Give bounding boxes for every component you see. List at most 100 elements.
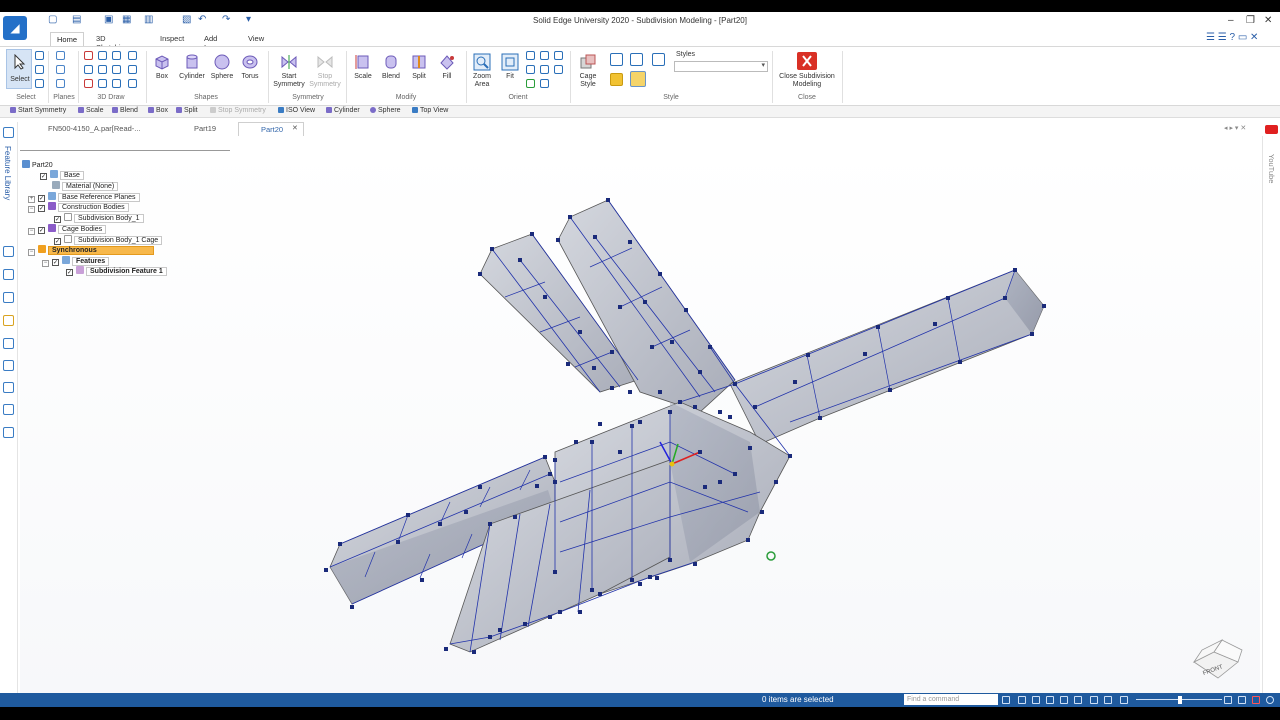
cage-vertex[interactable] — [396, 540, 400, 544]
chart-icon[interactable] — [3, 338, 14, 349]
cage-vertex[interactable] — [876, 325, 880, 329]
cage-vertex[interactable] — [733, 472, 737, 476]
collapse-icon[interactable]: − — [28, 228, 35, 235]
cage-vertex[interactable] — [1013, 268, 1017, 272]
cage-vertex[interactable] — [693, 405, 697, 409]
draw-icon[interactable] — [128, 79, 137, 88]
cage-vertex[interactable] — [548, 615, 552, 619]
view-icon[interactable] — [1090, 696, 1098, 704]
display-mode-icon[interactable] — [652, 53, 665, 66]
view-icon[interactable] — [554, 65, 563, 74]
tree-node-base-reference-planes[interactable]: + ✓ Base Reference Planes — [28, 192, 140, 203]
cage-vertex[interactable] — [518, 258, 522, 262]
cage-vertex[interactable] — [703, 485, 707, 489]
cage-vertex[interactable] — [1042, 304, 1046, 308]
cage-vertex[interactable] — [590, 440, 594, 444]
doc-tab-fn500[interactable]: FN500-4150_A.par[Read-... — [26, 122, 166, 136]
cage-vertex[interactable] — [670, 340, 674, 344]
cage-vertex[interactable] — [444, 647, 448, 651]
cage-vertex[interactable] — [593, 235, 597, 239]
display-mode-icon[interactable] — [630, 53, 643, 66]
cage-vertex[interactable] — [488, 635, 492, 639]
restore-icon[interactable]: ❐ — [1246, 15, 1255, 26]
blend-button[interactable]: Blend — [378, 53, 404, 81]
zoom-icon[interactable] — [1018, 696, 1026, 704]
cage-vertex[interactable] — [598, 592, 602, 596]
cage-vertex[interactable] — [598, 422, 602, 426]
cmd-blend[interactable]: Blend — [112, 107, 138, 114]
cage-vertex[interactable] — [630, 424, 634, 428]
cage-vertex[interactable] — [774, 480, 778, 484]
cage-vertex[interactable] — [618, 450, 622, 454]
cage-vertex[interactable] — [648, 575, 652, 579]
line-icon[interactable] — [84, 65, 93, 74]
key-icon[interactable] — [3, 315, 14, 326]
arc-icon[interactable] — [98, 65, 107, 74]
checkbox-checked-icon[interactable]: ✓ — [38, 227, 45, 234]
start-symmetry-button[interactable]: Start Symmetry — [270, 53, 308, 89]
record-icon[interactable] — [1252, 696, 1260, 704]
cage-vertex[interactable] — [748, 446, 752, 450]
cage-vertex[interactable] — [556, 238, 560, 242]
variables-icon[interactable] — [3, 404, 14, 415]
find-command-input[interactable]: Find a command — [904, 694, 998, 705]
cage-vertex[interactable] — [958, 360, 962, 364]
youtube-panel-tab[interactable]: YouTube — [1267, 154, 1276, 183]
tree-node-subdivision-feature[interactable]: ✓ Subdivision Feature 1 — [66, 266, 167, 276]
close-window-icon[interactable]: ✕ — [1264, 15, 1272, 26]
cage-vertex[interactable] — [746, 538, 750, 542]
zoom-area-button[interactable]: Zoom Area — [470, 53, 494, 89]
cage-vertex[interactable] — [553, 480, 557, 484]
cage-vertex[interactable] — [946, 296, 950, 300]
cage-vertex[interactable] — [788, 454, 792, 458]
cmd-iso-view[interactable]: ISO View — [278, 107, 315, 114]
select-button[interactable]: Select — [6, 49, 32, 89]
checkbox-checked-icon[interactable]: ✓ — [40, 173, 47, 180]
cage-vertex[interactable] — [643, 300, 647, 304]
feature-library-tab[interactable]: Feature Library — [3, 146, 12, 200]
cage-vertex[interactable] — [718, 480, 722, 484]
cage-vertex[interactable] — [728, 415, 732, 419]
cage-vertex[interactable] — [668, 410, 672, 414]
tree-node-part20[interactable]: Part20 — [22, 160, 53, 170]
cage-vertex[interactable] — [733, 382, 737, 386]
cage-style-button[interactable]: Cage Style — [574, 53, 602, 89]
cage-vertex[interactable] — [592, 366, 596, 370]
draw-icon[interactable] — [98, 51, 107, 60]
draw-icon[interactable] — [112, 51, 121, 60]
sphere-button[interactable]: Sphere — [208, 53, 236, 81]
cage-vertex[interactable] — [684, 308, 688, 312]
styles-dropdown[interactable]: ▾ — [674, 61, 768, 72]
close-tab-icon[interactable]: ✕ — [292, 124, 298, 132]
checkbox-checked-icon[interactable]: ✓ — [38, 205, 45, 212]
cage-vertex[interactable] — [753, 405, 757, 409]
draw-icon[interactable] — [128, 51, 137, 60]
cage-vertex[interactable] — [478, 485, 482, 489]
cage-vertex[interactable] — [698, 450, 702, 454]
cage-vertex[interactable] — [568, 215, 572, 219]
cmd-cylinder[interactable]: Cylinder — [326, 107, 360, 114]
tab-home[interactable]: Home — [50, 32, 85, 46]
torus-button[interactable]: Torus — [236, 53, 264, 81]
cage-vertex[interactable] — [650, 345, 654, 349]
cage-vertex[interactable] — [566, 362, 570, 366]
cage-vertex[interactable] — [698, 370, 702, 374]
view-icon[interactable] — [540, 79, 549, 88]
stop-symmetry-button[interactable]: Stop Symmetry — [306, 53, 344, 89]
settings-icon[interactable] — [3, 427, 14, 438]
cage-vertex[interactable] — [606, 198, 610, 202]
tree-node-subdivision-body[interactable]: ✓ Subdivision Body_1 — [54, 213, 144, 223]
cage-vertex[interactable] — [806, 353, 810, 357]
select-tool-icon[interactable] — [35, 51, 44, 60]
split-button[interactable]: Split — [406, 53, 432, 81]
view-icon[interactable] — [540, 51, 549, 60]
checkbox-checked-icon[interactable]: ✓ — [54, 216, 61, 223]
cage-vertex[interactable] — [818, 416, 822, 420]
point-icon[interactable] — [84, 51, 93, 60]
collapse-icon[interactable]: − — [28, 206, 35, 213]
cage-vertex[interactable] — [630, 578, 634, 582]
cage-vertex[interactable] — [420, 578, 424, 582]
draw-icon[interactable] — [98, 79, 107, 88]
cage-vertex[interactable] — [678, 400, 682, 404]
family-icon[interactable] — [3, 292, 14, 303]
